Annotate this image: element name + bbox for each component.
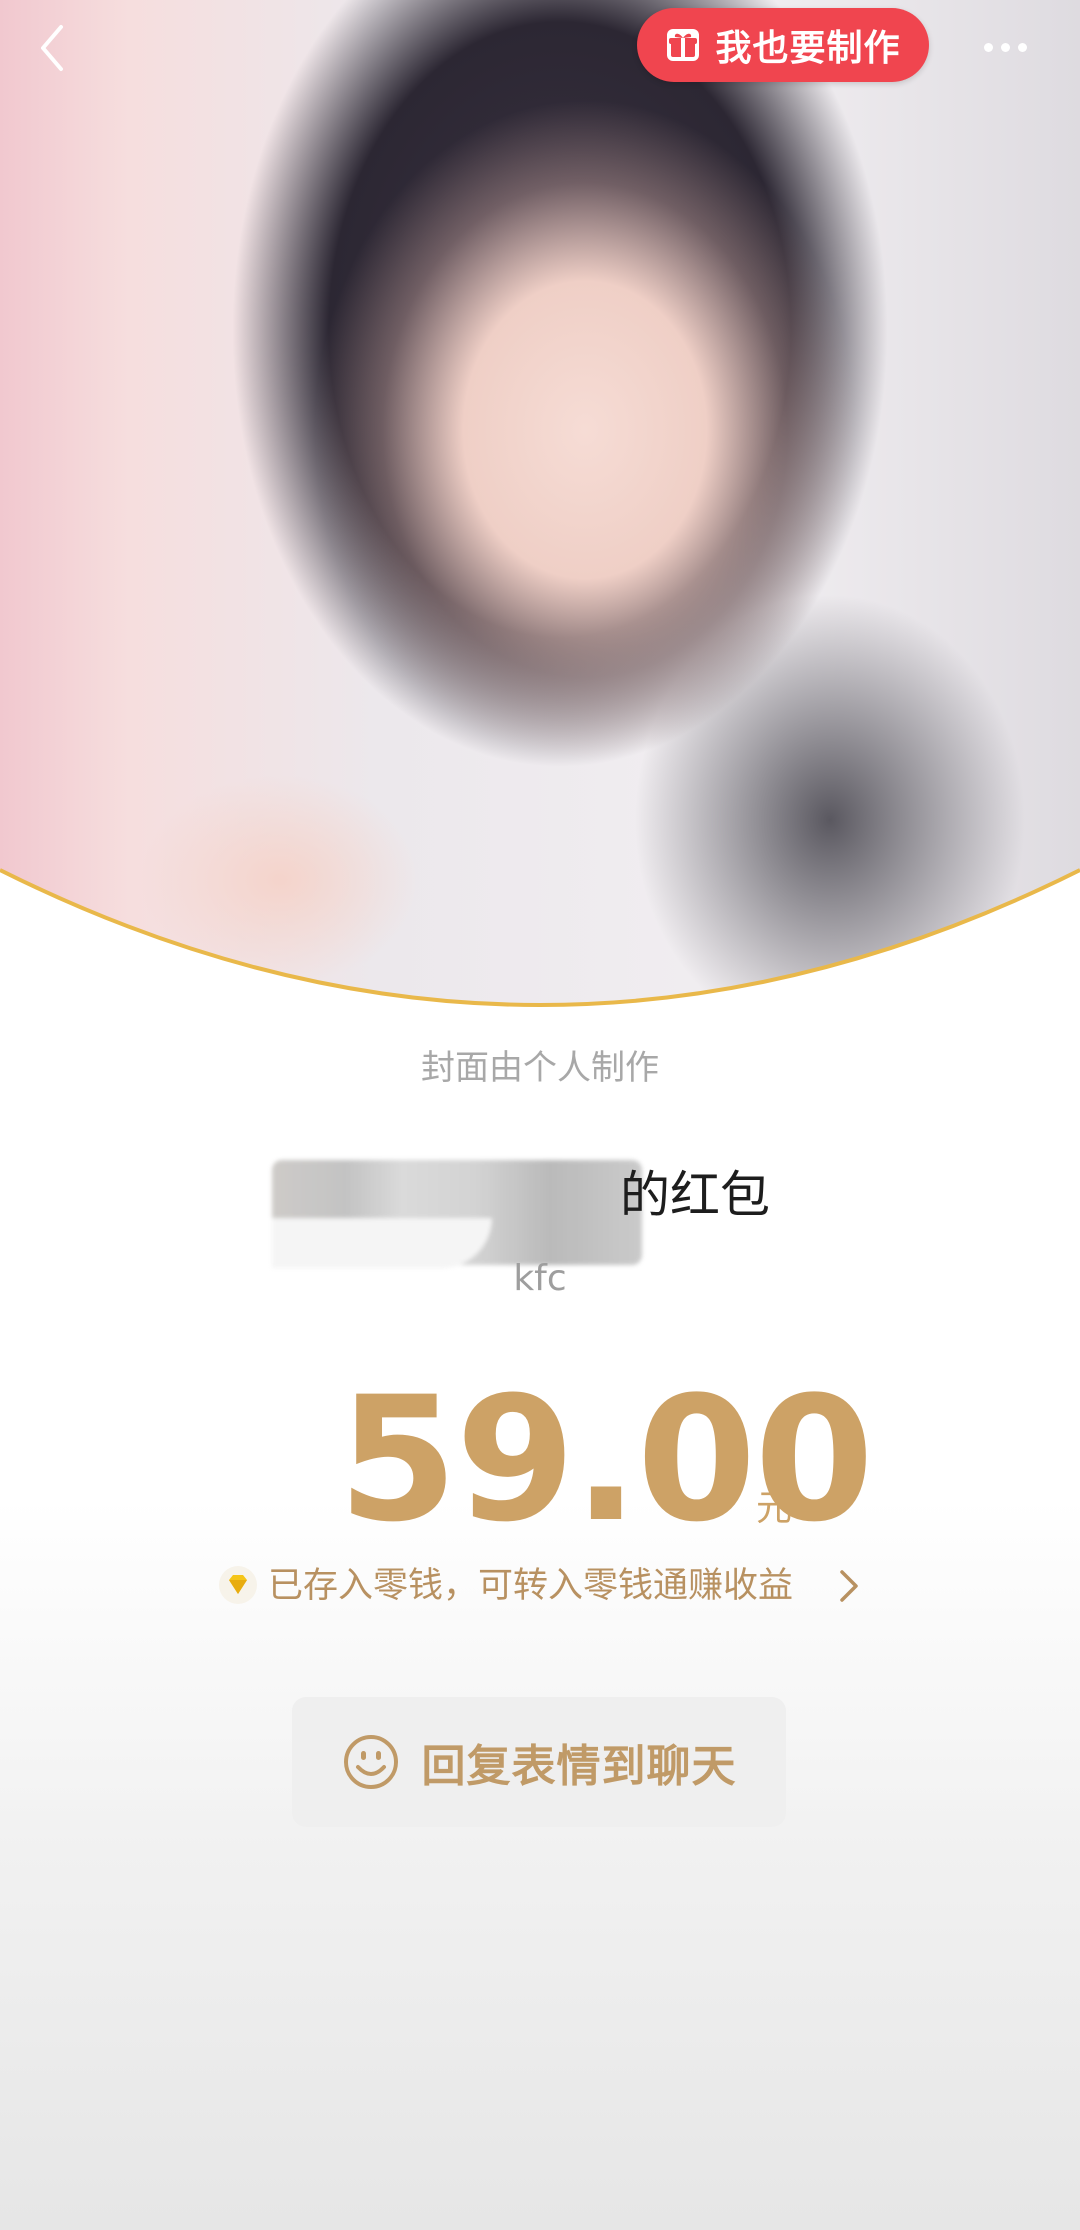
gift-icon — [667, 29, 700, 61]
cover-photo — [0, 0, 1080, 1010]
sender-suffix: 的红包 — [620, 1166, 770, 1224]
back-arrow-icon — [41, 25, 63, 71]
cover-note: 封面由个人制作 — [421, 1048, 659, 1088]
reply-sticker-label: 回复表情到聊天 — [421, 1741, 737, 1792]
wallet-link[interactable]: 已存入零钱，可转入零钱通赚收益 — [0, 1563, 1080, 1609]
amount: 59.00 元 — [0, 1374, 1080, 1546]
cover-curve — [0, 868, 1080, 1010]
reply-sticker-button[interactable]: 回复表情到聊天 — [292, 1697, 786, 1827]
sender-name-blurred — [272, 1160, 642, 1268]
sender-title: 的红包 — [0, 1160, 1080, 1268]
amount-unit: 元 — [756, 1488, 793, 1529]
wallet-text: 已存入零钱，可转入零钱通赚收益 — [268, 1566, 794, 1606]
diamond-icon — [219, 1566, 257, 1604]
more-button[interactable] — [970, 22, 1040, 72]
chevron-right-icon — [840, 1570, 858, 1602]
red-packet-remark: kfc — [513, 1258, 567, 1299]
make-cover-button[interactable]: 我也要制作 — [637, 8, 929, 82]
make-cover-label: 我也要制作 — [715, 28, 901, 69]
more-dots-icon — [983, 42, 993, 52]
smile-icon — [343, 1735, 398, 1789]
back-button[interactable] — [22, 18, 82, 78]
